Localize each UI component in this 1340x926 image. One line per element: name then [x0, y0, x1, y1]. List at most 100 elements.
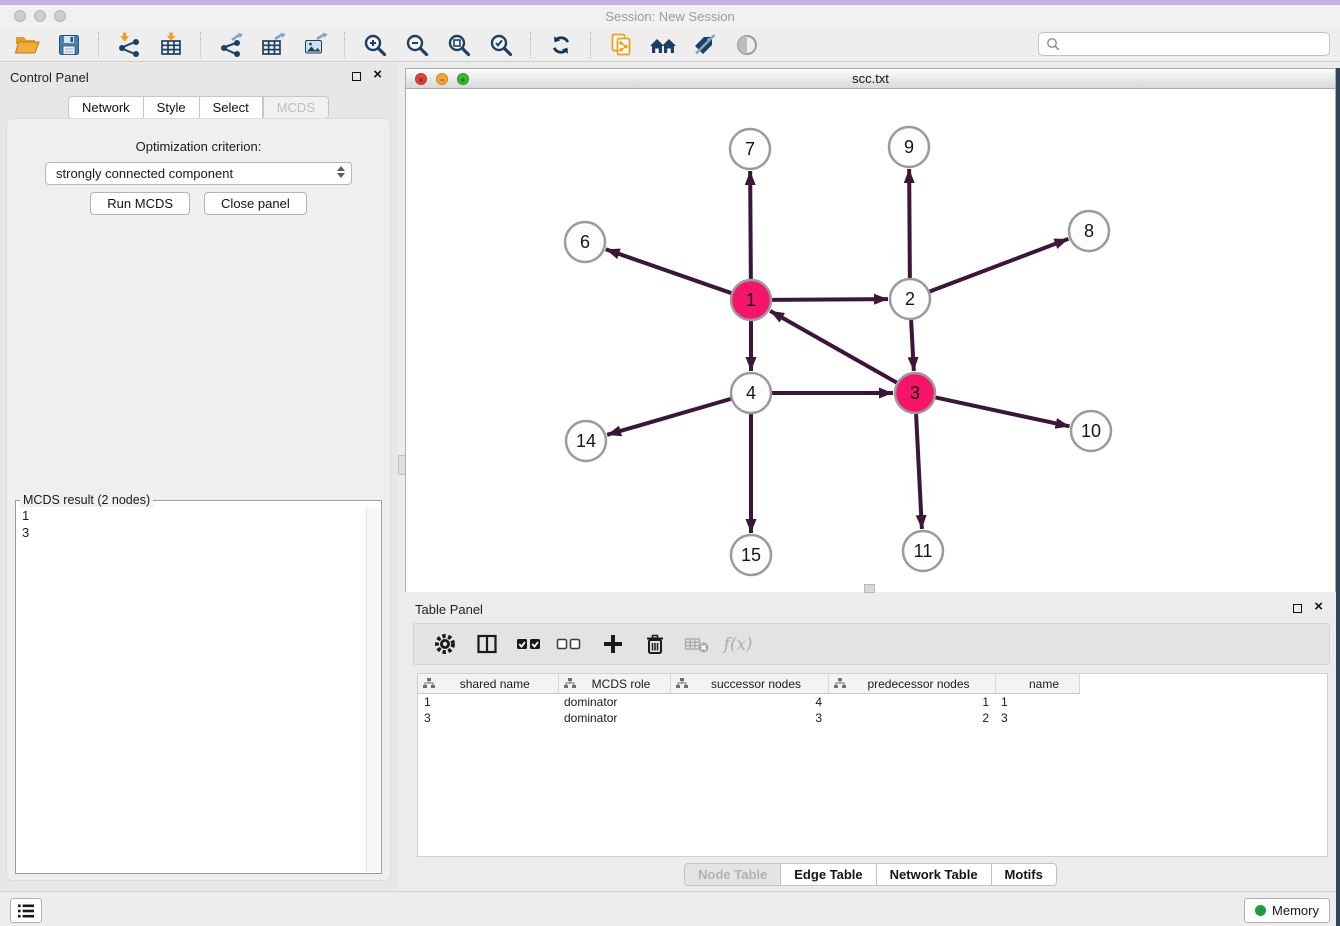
zoom-selected-icon[interactable]: [485, 30, 517, 60]
svg-text:11: 11: [914, 541, 933, 561]
node-table-container: shared nameMCDS rolesuccessor nodesprede…: [417, 673, 1328, 857]
home-icon[interactable]: [647, 30, 679, 60]
mcds-result-line: 1: [16, 507, 381, 524]
graph-edge-3-1[interactable]: [770, 311, 897, 383]
column-header[interactable]: successor nodes: [670, 674, 828, 694]
table-cell[interactable]: 3: [995, 710, 1079, 726]
graph-edge-1-6[interactable]: [606, 249, 731, 293]
show-columns-icon[interactable]: [472, 630, 502, 658]
graph-node-6[interactable]: 6: [565, 222, 605, 262]
table-row[interactable]: 3dominator323: [418, 710, 1079, 726]
graph-node-9[interactable]: 9: [889, 127, 929, 167]
export-image-icon[interactable]: [299, 30, 331, 60]
graph-edge-2-3[interactable]: [911, 320, 914, 371]
table-tab-network-table[interactable]: Network Table: [877, 863, 992, 886]
node-table: shared nameMCDS rolesuccessor nodesprede…: [418, 674, 1080, 726]
column-header[interactable]: shared name: [418, 674, 558, 694]
control-tab-network[interactable]: Network: [68, 96, 144, 119]
graph-edge-4-14[interactable]: [607, 399, 731, 435]
canvas-resize-grip[interactable]: [864, 584, 875, 593]
hide-labels-icon[interactable]: [689, 30, 721, 60]
birds-eye-view-icon[interactable]: [731, 30, 763, 60]
svg-text:3: 3: [910, 383, 920, 403]
graph-node-8[interactable]: 8: [1069, 211, 1109, 251]
table-cell[interactable]: 1: [995, 694, 1079, 711]
graph-node-14[interactable]: 14: [566, 421, 606, 461]
network-canvas[interactable]: 7 9 6 8 1 2 4 3 14 10 15 11: [406, 89, 1335, 592]
memory-button-label: Memory: [1272, 903, 1319, 918]
float-panel-icon[interactable]: [352, 72, 361, 81]
table-cell[interactable]: 4: [670, 694, 828, 711]
export-table-icon[interactable]: [257, 30, 289, 60]
toolbar-separator: [590, 32, 592, 58]
table-cell[interactable]: dominator: [558, 694, 670, 711]
graph-node-3[interactable]: 3: [895, 373, 935, 413]
desktop-edge: [1336, 68, 1340, 926]
zoom-in-icon[interactable]: [359, 30, 391, 60]
table-cell[interactable]: 1: [418, 694, 558, 711]
table-cell[interactable]: dominator: [558, 710, 670, 726]
toolbar-separator: [344, 32, 346, 58]
task-history-button[interactable]: [10, 898, 42, 923]
graph-edge-1-7[interactable]: [750, 171, 751, 279]
result-scrollbar[interactable]: [366, 508, 380, 872]
control-panel: Control Panel × NetworkStyleSelectMCDS O…: [0, 63, 397, 891]
table-cell[interactable]: 3: [418, 710, 558, 726]
memory-button[interactable]: Memory: [1244, 898, 1330, 923]
graph-node-10[interactable]: 10: [1071, 411, 1111, 451]
graph-node-7[interactable]: 7: [730, 129, 770, 169]
table-cell[interactable]: 2: [828, 710, 995, 726]
open-session-icon[interactable]: [11, 30, 43, 60]
delete-row-icon[interactable]: [640, 630, 670, 658]
run-mcds-button[interactable]: Run MCDS: [90, 192, 190, 215]
import-network-icon[interactable]: [113, 30, 145, 60]
graph-node-15[interactable]: 15: [731, 535, 771, 575]
float-table-panel-icon[interactable]: [1293, 604, 1302, 613]
graph-node-1[interactable]: 1: [731, 280, 771, 320]
mcds-result-list: 13: [16, 507, 381, 873]
close-table-panel-icon[interactable]: ×: [1314, 598, 1323, 616]
search-input[interactable]: [1065, 36, 1329, 52]
save-session-icon[interactable]: [53, 30, 85, 60]
graph-edge-3-10[interactable]: [936, 397, 1070, 426]
close-panel-icon[interactable]: ×: [373, 66, 382, 84]
network-frame-titlebar[interactable]: × − + scc.txt: [406, 69, 1335, 89]
graph-edge-2-8[interactable]: [930, 239, 1069, 292]
search-icon: [1046, 37, 1060, 51]
column-header[interactable]: name: [995, 674, 1079, 694]
status-bar: Memory: [0, 891, 1340, 926]
table-cell[interactable]: 1: [828, 694, 995, 711]
svg-text:1: 1: [746, 290, 756, 310]
export-network-icon[interactable]: [215, 30, 247, 60]
table-cell[interactable]: 3: [670, 710, 828, 726]
table-row[interactable]: 1dominator411: [418, 694, 1079, 711]
graph-node-2[interactable]: 2: [890, 279, 930, 319]
control-tab-select[interactable]: Select: [200, 96, 263, 119]
table-tab-edge-table[interactable]: Edge Table: [781, 863, 876, 886]
table-tab-motifs[interactable]: Motifs: [992, 863, 1057, 886]
graph-edge-2-9[interactable]: [909, 169, 910, 278]
import-table-icon[interactable]: [155, 30, 187, 60]
refresh-icon[interactable]: [545, 30, 577, 60]
optimization-criterion-select[interactable]: strongly connected component: [45, 162, 352, 185]
table-settings-icon[interactable]: [430, 630, 460, 658]
table-tab-node-table[interactable]: Node Table: [684, 863, 781, 886]
search-field[interactable]: [1038, 32, 1330, 56]
column-header[interactable]: MCDS role: [558, 674, 670, 694]
select-all-checkboxes-icon[interactable]: [514, 630, 544, 658]
graph-edge-3-11[interactable]: [916, 414, 922, 529]
graph-node-11[interactable]: 11: [903, 531, 943, 571]
add-row-icon[interactable]: [598, 630, 628, 658]
zoom-fit-icon[interactable]: [443, 30, 475, 60]
deselect-all-checkboxes-icon[interactable]: [554, 630, 584, 658]
graph-edge-1-2[interactable]: [772, 299, 888, 300]
new-network-from-selection-icon[interactable]: [605, 30, 637, 60]
zoom-out-icon[interactable]: [401, 30, 433, 60]
svg-text:6: 6: [580, 232, 590, 252]
control-tab-style[interactable]: Style: [144, 96, 200, 119]
close-panel-button[interactable]: Close panel: [204, 192, 307, 215]
graph-node-4[interactable]: 4: [731, 373, 771, 413]
column-header[interactable]: predecessor nodes: [828, 674, 995, 694]
memory-status-icon: [1255, 905, 1266, 916]
control-tab-mcds[interactable]: MCDS: [263, 96, 329, 119]
